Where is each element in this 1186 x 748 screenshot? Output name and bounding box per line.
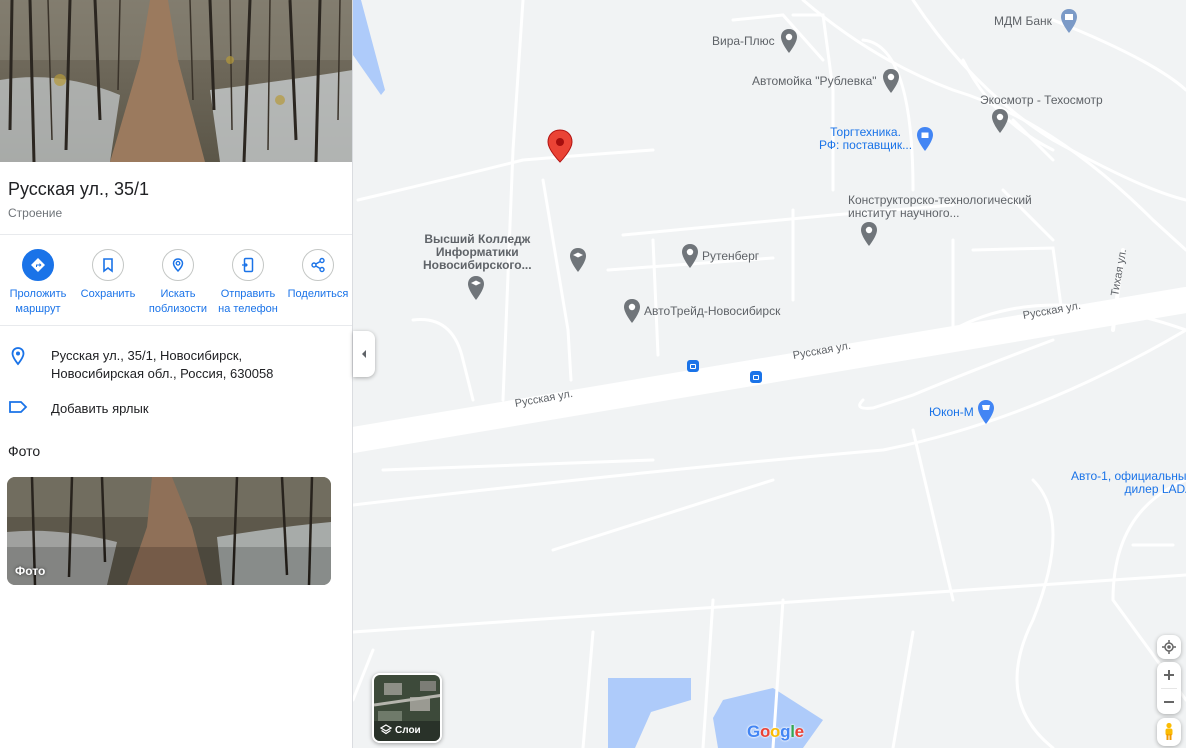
- nearby-label-2: поблизости: [148, 303, 208, 315]
- water-area: [608, 678, 691, 748]
- chevron-left-icon: [362, 350, 366, 358]
- school-icon[interactable]: [568, 247, 588, 273]
- poi-label: Экосмотр - Техосмотр: [980, 93, 1103, 107]
- bookmark-icon: [103, 258, 113, 273]
- save-button[interactable]: Сохранить: [75, 249, 141, 325]
- send-label-2: на телефон: [218, 303, 278, 315]
- place-marker-icon: [780, 29, 797, 53]
- nearby-label-1: Искать: [160, 288, 196, 300]
- place-marker-icon: [624, 299, 640, 323]
- address-row[interactable]: Русская ул., 35/1, Новосибирск, Новосиби…: [0, 347, 352, 383]
- zoom-in-button[interactable]: [1157, 662, 1181, 688]
- bus-stop-icon[interactable]: [750, 371, 762, 383]
- zoom-out-button[interactable]: [1157, 689, 1181, 715]
- my-location-button[interactable]: [1157, 635, 1181, 659]
- directions-label-1: Проложить: [9, 288, 67, 300]
- label-icon: [9, 401, 28, 413]
- directions-icon: [31, 258, 45, 272]
- send-label-1: Отправить: [220, 288, 276, 300]
- google-logo-letter: e: [794, 722, 804, 741]
- photo-card-caption: Фото: [15, 564, 46, 578]
- directions-button[interactable]: Проложить маршрут: [5, 249, 71, 325]
- save-label: Сохранить: [80, 288, 136, 300]
- poi-label: Рутенберг: [702, 249, 760, 263]
- shopping-cart-icon: [977, 400, 994, 424]
- poi-mdm-bank[interactable]: МДМ Банк: [994, 8, 1080, 34]
- poi-rutenberg[interactable]: Рутенберг: [680, 243, 759, 269]
- poi-carwash[interactable]: Автомойка "Рублевка": [752, 68, 901, 94]
- layers-label: Слои: [395, 724, 421, 736]
- layers-icon: [380, 724, 392, 735]
- poi-yukon[interactable]: Юкон-М: [929, 399, 996, 425]
- directions-label-2: маршрут: [15, 303, 61, 315]
- google-logo: Google: [747, 722, 804, 742]
- poi-label: Новосибирского...: [423, 258, 532, 272]
- poi-label: РФ: поставщик...: [819, 138, 913, 152]
- crosshair-icon: [1162, 640, 1176, 654]
- water-area: [353, 0, 385, 95]
- address-line-1: Русская ул., 35/1, Новосибирск,: [51, 348, 243, 363]
- place-marker-icon: [682, 244, 698, 268]
- hero-photo[interactable]: [0, 0, 352, 162]
- photo-card[interactable]: Фото: [7, 477, 331, 585]
- google-logo-letter: o: [770, 722, 781, 741]
- poi-label: АвтоТрейд-Новосибирск: [644, 304, 781, 318]
- nearby-icon: [172, 258, 184, 273]
- school-icon[interactable]: [466, 275, 486, 301]
- add-label-row[interactable]: Добавить ярлык: [0, 400, 352, 418]
- share-label: Поделиться: [287, 288, 349, 300]
- map-base-layer: [353, 0, 1186, 748]
- poi-label: МДМ Банк: [994, 14, 1052, 28]
- google-logo-letter: G: [747, 722, 760, 741]
- poi-label: дилер LADA: [1124, 482, 1186, 496]
- poi-avto-1[interactable]: Авто-1, официальный дилер LADA: [1071, 470, 1186, 496]
- place-title: Русская ул., 35/1: [8, 179, 149, 199]
- pegman-button[interactable]: [1157, 718, 1181, 746]
- zoom-controls: [1157, 662, 1181, 714]
- nearby-button[interactable]: Искать поблизости: [145, 249, 211, 325]
- poi-torgtekhnika[interactable]: Торгтехника. РФ: поставщик...: [819, 126, 935, 152]
- shopping-bag-icon: [917, 127, 934, 151]
- poi-vira-plus[interactable]: Вира-Плюс: [712, 28, 799, 54]
- poi-label: Юкон-М: [929, 405, 974, 419]
- add-label-text: Добавить ярлык: [51, 401, 149, 416]
- action-bar: Проложить маршрут Сохранить Искать побли…: [0, 235, 352, 326]
- share-button[interactable]: Поделиться: [285, 249, 351, 325]
- bus-stop-icon[interactable]: [687, 360, 699, 372]
- place-category: Строение: [8, 206, 63, 220]
- poi-label: Вира-Плюс: [712, 34, 775, 48]
- place-panel: Русская ул., 35/1 Строение Проложить марш…: [0, 0, 353, 748]
- google-logo-letter: o: [759, 722, 771, 741]
- place-marker-icon[interactable]: [990, 108, 1010, 134]
- share-icon: [311, 257, 325, 273]
- map-canvas[interactable]: Вира-Плюс МДМ Банк Автомойка "Рублевка" …: [353, 0, 1186, 748]
- plus-icon: [1164, 670, 1174, 680]
- place-marker-icon: [882, 69, 899, 93]
- location-pin-icon: [11, 347, 25, 366]
- address-line-2: Новосибирская обл., Россия, 630058: [51, 366, 274, 381]
- poi-label: институт научного...: [848, 206, 960, 220]
- phone-icon: [242, 257, 254, 273]
- poi-konstruktorsko[interactable]: Конструкторско-технологический институт …: [848, 194, 1032, 220]
- poi-avtotreyd[interactable]: АвтоТрейд-Новосибирск: [622, 298, 780, 324]
- maps-app: Русская ул., 35/1 Строение Проложить марш…: [0, 0, 1186, 748]
- collapse-panel-button[interactable]: [353, 331, 375, 377]
- bank-icon: [1060, 9, 1077, 33]
- layers-button[interactable]: Слои: [372, 673, 442, 743]
- place-marker-icon[interactable]: [859, 221, 879, 247]
- google-logo-letter: g: [780, 722, 791, 741]
- poi-label: Автомойка "Рублевка": [752, 74, 877, 88]
- poi-ecosmotr[interactable]: Экосмотр - Техосмотр: [980, 93, 1103, 107]
- poi-college[interactable]: Высший Колледж Информатики Новосибирског…: [423, 233, 532, 272]
- send-to-phone-button[interactable]: Отправить на телефон: [215, 249, 281, 325]
- minus-icon: [1164, 701, 1174, 703]
- photos-section-title: Фото: [8, 443, 41, 459]
- pegman-icon: [1165, 722, 1173, 740]
